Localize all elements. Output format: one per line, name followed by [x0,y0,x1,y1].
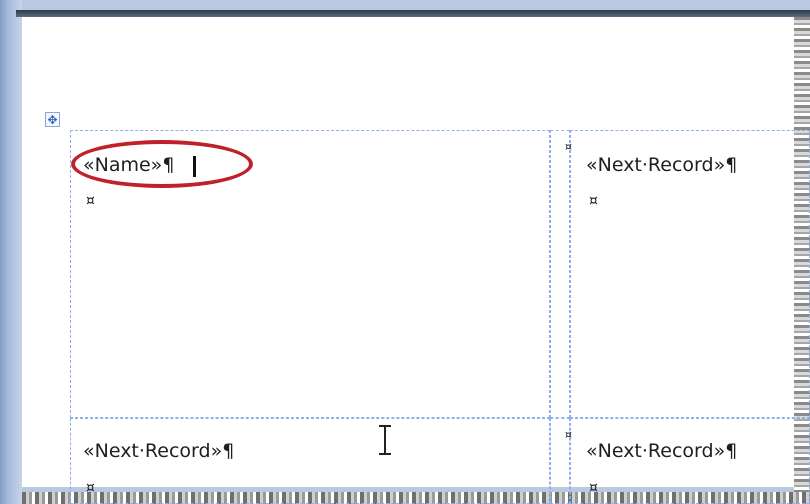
paragraph-mark: ¶ [725,440,738,462]
highlight-ellipse [71,140,253,188]
page-top-edge [16,10,810,17]
row-end-mark: ¤ [565,428,572,441]
cell-end-mark: ¤ [86,480,95,496]
cell-end-mark: ¤ [589,193,598,209]
i-beam-bottom-cap [379,453,391,455]
paragraph-mark: ¶ [222,440,235,462]
merge-field-next-record[interactable]: «Next·Record»¶ [586,440,737,462]
row-end-mark: ¤ [565,140,572,153]
paragraph-mark: ¶ [725,154,738,176]
merge-field-next-record[interactable]: «Next·Record»¶ [586,154,737,176]
text-caret [193,156,196,177]
i-beam-stem [384,427,386,454]
merge-field-next-record[interactable]: «Next·Record»¶ [83,440,234,462]
cell-end-mark: ¤ [86,193,95,209]
table-move-handle-icon[interactable]: ✥ [45,112,60,127]
cell-end-mark: ¤ [589,480,598,496]
i-beam-cursor-icon [378,424,392,457]
page-left-edge [0,0,22,504]
spacer-cell-1[interactable] [550,130,570,418]
